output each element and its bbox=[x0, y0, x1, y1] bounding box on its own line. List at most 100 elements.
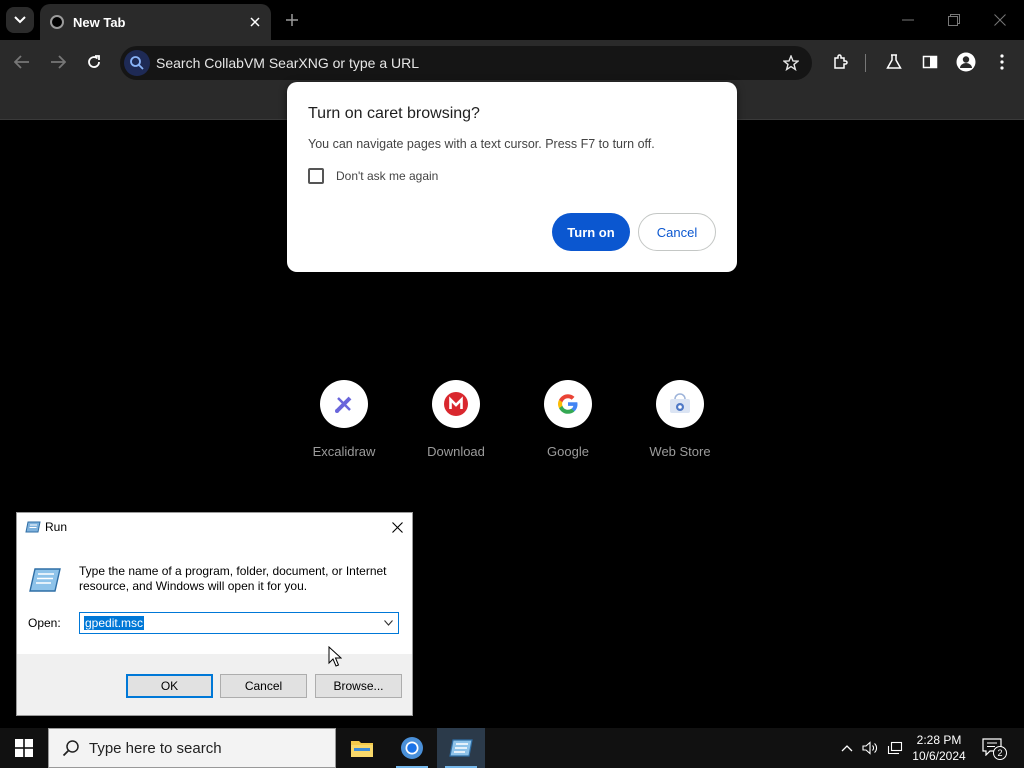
shortcut-label: Download bbox=[427, 444, 485, 459]
open-label: Open: bbox=[28, 616, 61, 630]
network-icon bbox=[887, 741, 903, 755]
extensions-button[interactable] bbox=[826, 48, 854, 76]
chevron-down-icon bbox=[14, 16, 26, 24]
close-icon bbox=[391, 521, 403, 533]
chrome-favicon-icon bbox=[50, 15, 64, 29]
chrome-taskbar-button[interactable] bbox=[388, 728, 436, 768]
new-tab-button[interactable] bbox=[280, 8, 304, 32]
dialog-title: Turn on caret browsing? bbox=[308, 105, 480, 122]
run-title: Run bbox=[45, 520, 68, 534]
google-icon bbox=[544, 380, 592, 428]
restore-button[interactable] bbox=[934, 6, 974, 34]
shortcut-web-store[interactable]: Web Store bbox=[630, 380, 730, 459]
mouse-cursor-icon bbox=[328, 646, 342, 667]
taskbar-clock[interactable]: 2:28 PM 10/6/2024 bbox=[905, 732, 973, 764]
run-titlebar[interactable]: Run bbox=[17, 513, 412, 542]
chrome-icon bbox=[401, 737, 423, 759]
clock-date: 10/6/2024 bbox=[912, 749, 966, 763]
browse-button[interactable]: Browse... bbox=[315, 674, 402, 698]
arrow-left-icon bbox=[14, 55, 29, 69]
shortcut-label: Web Store bbox=[649, 444, 711, 459]
avatar-icon bbox=[956, 52, 976, 72]
arrow-right-icon bbox=[51, 55, 66, 69]
taskbar: Type here to search 2:28 PM 10/6/2024 2 bbox=[0, 728, 1024, 768]
start-button[interactable] bbox=[0, 728, 48, 768]
minimize-icon bbox=[902, 19, 914, 21]
web-store-icon bbox=[656, 380, 704, 428]
mega-icon bbox=[432, 380, 480, 428]
flask-icon bbox=[886, 54, 902, 69]
shortcut-excalidraw[interactable]: Excalidraw bbox=[294, 380, 394, 459]
chevron-down-icon bbox=[383, 620, 393, 626]
show-hidden-icons-button[interactable] bbox=[837, 738, 857, 758]
chevron-up-icon bbox=[841, 745, 853, 752]
run-content: Type the name of a program, folder, docu… bbox=[17, 542, 412, 654]
tab-new-tab[interactable]: New Tab bbox=[40, 4, 271, 40]
run-close-button[interactable] bbox=[387, 517, 407, 537]
run-icon bbox=[25, 521, 41, 533]
excalidraw-icon bbox=[320, 380, 368, 428]
menu-button[interactable] bbox=[988, 48, 1016, 76]
run-icon bbox=[449, 739, 473, 757]
reload-button[interactable] bbox=[80, 48, 108, 76]
shortcut-label: Excalidraw bbox=[312, 444, 376, 459]
tab-strip: New Tab bbox=[0, 0, 1024, 40]
shortcut-google[interactable]: Google bbox=[518, 380, 618, 459]
volume-button[interactable] bbox=[860, 738, 880, 758]
browser-toolbar: Search CollabVM SearXNG or type a URL bbox=[0, 40, 1024, 84]
close-icon bbox=[250, 17, 260, 27]
minimize-button[interactable] bbox=[888, 6, 928, 34]
run-taskbar-button[interactable] bbox=[437, 728, 485, 768]
bookmark-star-button[interactable] bbox=[778, 50, 804, 76]
notification-count-badge: 2 bbox=[993, 746, 1007, 760]
windows-logo-icon bbox=[15, 739, 33, 757]
run-description: Type the name of a program, folder, docu… bbox=[79, 564, 387, 593]
folder-icon bbox=[351, 741, 373, 757]
desktop: New Tab Search CollabVM SearXNG or type … bbox=[0, 0, 1024, 768]
caret-browsing-dialog: Turn on caret browsing? You can navigate… bbox=[287, 82, 737, 272]
side-panel-button[interactable] bbox=[916, 48, 944, 76]
clock-time: 2:28 PM bbox=[916, 733, 962, 747]
shortcut-download[interactable]: Download bbox=[406, 380, 506, 459]
turn-on-button[interactable]: Turn on bbox=[552, 213, 630, 251]
shortcut-label: Google bbox=[547, 444, 589, 459]
run-cancel-button[interactable]: Cancel bbox=[220, 674, 307, 698]
ok-button[interactable]: OK bbox=[126, 674, 213, 698]
tab-close-button[interactable] bbox=[245, 12, 265, 32]
dialog-body: You can navigate pages with a text curso… bbox=[308, 137, 655, 151]
profile-button[interactable] bbox=[952, 48, 980, 76]
side-panel-icon bbox=[922, 55, 938, 69]
speaker-icon bbox=[862, 741, 877, 755]
combo-dropdown-button[interactable] bbox=[380, 615, 396, 631]
notifications-button[interactable]: 2 bbox=[982, 738, 1007, 760]
dont-ask-label[interactable]: Don't ask me again bbox=[336, 169, 438, 183]
cancel-button[interactable]: Cancel bbox=[638, 213, 716, 251]
dont-ask-checkbox[interactable] bbox=[308, 168, 324, 184]
open-input[interactable]: gpedit.msc bbox=[84, 616, 145, 630]
address-bar-placeholder: Search CollabVM SearXNG or type a URL bbox=[156, 55, 419, 71]
network-button[interactable] bbox=[885, 738, 905, 758]
run-dialog: Run Type the name of a program, folder, … bbox=[16, 512, 413, 716]
taskbar-search-placeholder: Type here to search bbox=[89, 739, 222, 757]
taskbar-search-box[interactable]: Type here to search bbox=[48, 728, 336, 768]
file-explorer-taskbar-button[interactable] bbox=[338, 728, 386, 768]
tab-title: New Tab bbox=[73, 14, 126, 30]
kebab-menu-icon bbox=[1000, 54, 1004, 70]
puzzle-icon bbox=[834, 54, 848, 69]
address-bar[interactable]: Search CollabVM SearXNG or type a URL bbox=[120, 46, 812, 80]
close-icon bbox=[994, 14, 1006, 26]
plus-icon bbox=[286, 14, 298, 26]
run-program-icon bbox=[29, 568, 61, 592]
labs-button[interactable] bbox=[880, 48, 908, 76]
window-close-button[interactable] bbox=[980, 6, 1020, 34]
tab-search-button[interactable] bbox=[6, 7, 34, 33]
search-icon bbox=[124, 50, 150, 76]
forward-button[interactable] bbox=[44, 48, 72, 76]
toolbar-divider bbox=[865, 54, 866, 72]
back-button[interactable] bbox=[8, 48, 36, 76]
reload-icon bbox=[88, 55, 100, 68]
star-icon bbox=[783, 55, 799, 71]
open-combobox[interactable]: gpedit.msc bbox=[79, 612, 399, 634]
restore-icon bbox=[948, 14, 960, 26]
search-icon bbox=[61, 738, 81, 758]
